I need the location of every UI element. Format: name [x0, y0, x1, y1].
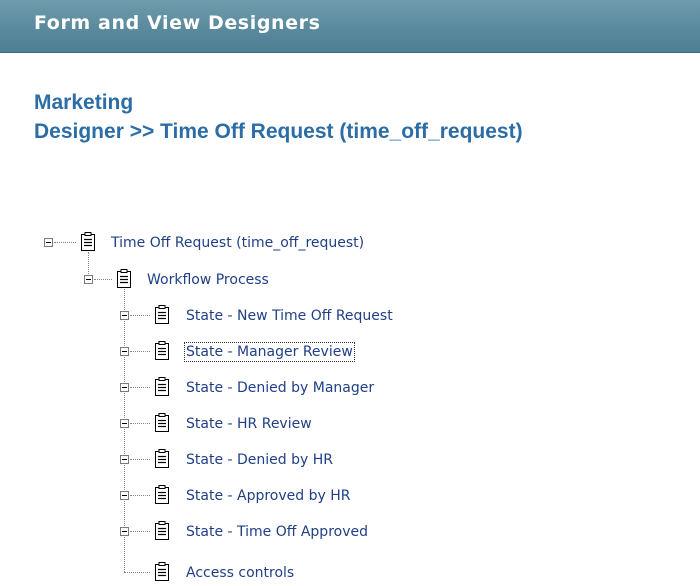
expand-state-icon[interactable]	[120, 383, 129, 392]
tree-node-workflow-label: Workflow Process	[147, 272, 269, 288]
tree-node-state-label: State - Time Off Approved	[186, 524, 368, 540]
tree-connector	[130, 423, 150, 424]
tree-connector	[54, 242, 76, 243]
tree-node-state-label: State - Denied by Manager	[186, 380, 375, 396]
tree-connector	[94, 279, 112, 280]
document-icon	[154, 413, 170, 433]
tree-connector	[130, 351, 150, 352]
collapse-workflow-icon[interactable]	[84, 275, 93, 284]
tree-connector	[130, 387, 150, 388]
document-icon	[154, 449, 170, 469]
tree-node-access-label: Access controls	[186, 565, 295, 581]
form-tree: Time Off Request (time_off_request) Work…	[0, 0, 700, 585]
document-icon	[154, 521, 170, 541]
document-icon	[154, 562, 170, 582]
document-icon	[154, 485, 170, 505]
tree-node-root-label: Time Off Request (time_off_request)	[111, 235, 365, 251]
tree-node-state-label: State - Manager Review	[184, 342, 355, 362]
tree-connector	[124, 572, 150, 573]
tree-connector	[130, 459, 150, 460]
tree-node-state-label: State - Approved by HR	[186, 488, 351, 504]
tree-connector	[130, 315, 150, 316]
tree-connector	[130, 531, 150, 532]
expand-state-icon[interactable]	[120, 527, 129, 536]
expand-state-icon[interactable]	[120, 455, 129, 464]
expand-state-icon[interactable]	[120, 311, 129, 320]
expand-state-icon[interactable]	[120, 491, 129, 500]
document-icon	[80, 232, 96, 252]
document-icon	[154, 341, 170, 361]
collapse-root-icon[interactable]	[44, 238, 53, 247]
tree-node-state-label: State - Denied by HR	[186, 452, 333, 468]
tree-connector	[130, 495, 150, 496]
document-icon	[154, 305, 170, 325]
expand-state-icon[interactable]	[120, 347, 129, 356]
tree-node-state-label: State - New Time Off Request	[186, 308, 393, 324]
expand-state-icon[interactable]	[120, 419, 129, 428]
tree-connector	[88, 252, 89, 276]
document-icon	[154, 377, 170, 397]
tree-node-state-label: State - HR Review	[186, 416, 312, 432]
document-icon	[116, 269, 132, 289]
